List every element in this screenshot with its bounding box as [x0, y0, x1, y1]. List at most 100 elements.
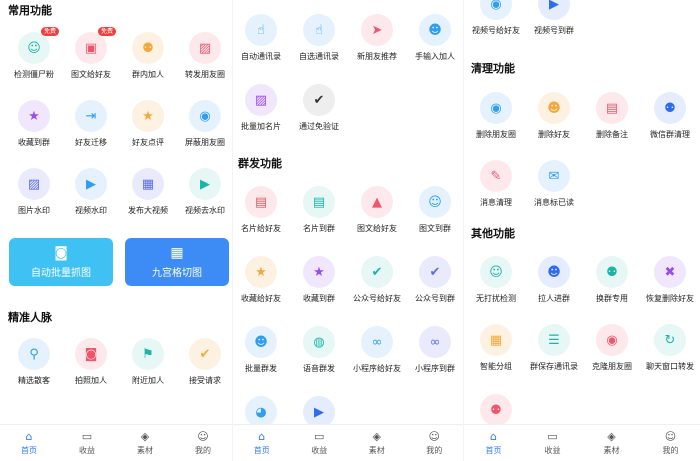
- image-friend-icon: ▲: [361, 186, 393, 218]
- feature-label: 群保存通讯录: [530, 362, 578, 371]
- feature-item[interactable]: ★ 收藏给好友: [233, 256, 292, 304]
- feature-label: 批量加名片: [241, 122, 281, 131]
- feature-item[interactable]: ✖ 恢复删除好友: [639, 256, 700, 304]
- tab-label: 素材: [368, 445, 385, 455]
- banner-camera[interactable]: ◙ 自动批量抓图: [9, 238, 113, 286]
- feature-item[interactable]: ▦ 发布大视频: [117, 168, 179, 216]
- tab-profile[interactable]: ☺ 我的: [174, 425, 232, 461]
- feature-item[interactable]: ▨ 批量加名片: [233, 84, 292, 132]
- tab-layers[interactable]: ◈ 素材: [582, 425, 641, 461]
- feature-item[interactable]: ⚑ 附近加人: [117, 338, 179, 386]
- feature-item[interactable]: ★ 收藏到群: [288, 256, 350, 304]
- feature-item[interactable]: ▶ 视频水印: [60, 168, 122, 216]
- feature-item[interactable]: ☝ 自动通讯录: [233, 14, 292, 62]
- feature-item[interactable]: ★ 收藏到群: [3, 100, 65, 148]
- banner-grid[interactable]: ▦ 九宫格切图: [125, 238, 229, 286]
- feature-label: 克隆朋友圈: [592, 362, 632, 371]
- feature-item[interactable]: ⚉ 微信群清理: [639, 92, 700, 140]
- icon-glyph: ◙: [84, 346, 98, 362]
- feature-item[interactable]: ☻ 拉人进群: [523, 256, 585, 304]
- feature-label: 消息标已读: [534, 198, 574, 207]
- feature-item[interactable]: ✔ 接受请求: [174, 338, 232, 386]
- feature-item[interactable]: ⚲ 精选散客: [3, 338, 65, 386]
- feature-item[interactable]: ✔ 通过免验证: [288, 84, 350, 132]
- feature-item[interactable]: ◉ 视频号给好友: [465, 0, 527, 36]
- channel-friend-icon: ◉: [480, 0, 512, 20]
- tab-layers[interactable]: ◈ 素材: [348, 425, 406, 461]
- pull-group-icon: ☻: [538, 256, 570, 288]
- feature-item[interactable]: ☰ 群保存通讯录: [523, 324, 585, 372]
- feature-item[interactable]: ✔ 公众号到群: [404, 256, 463, 304]
- feature-item[interactable]: ☺ 无打扰检测: [465, 256, 527, 304]
- feature-item[interactable]: ★ 好友点评: [117, 100, 179, 148]
- feature-item[interactable]: ▨ 转发朋友圈: [174, 32, 232, 80]
- feature-item[interactable]: ▶ 视频去水印: [174, 168, 232, 216]
- tab-wallet[interactable]: ▭ 收益: [523, 425, 582, 461]
- screen-home-2: 群发功能 ☝ 自动通讯录 ☝ 自选通讯录 ➤ 新朋友推荐 ☻ 手输入加人 ▨ 批量加名片 ✔ 通过免验…: [233, 0, 463, 461]
- remove-watermark-icon: ▶: [189, 168, 221, 200]
- tab-profile[interactable]: ☺ 我的: [641, 425, 700, 461]
- icon-glyph: ▶: [86, 176, 96, 192]
- feature-label: 无打扰检测: [476, 294, 516, 303]
- tab-home[interactable]: ⌂ 首页: [0, 425, 58, 461]
- feature-item[interactable]: ◍ 语音群发: [288, 326, 350, 374]
- feature-label: 收藏到群: [303, 294, 335, 303]
- video-watermark-icon: ▶: [75, 168, 107, 200]
- feature-item[interactable]: ☺ 免费 检测僵尸粉: [3, 27, 65, 80]
- tab-profile[interactable]: ☺ 我的: [406, 425, 464, 461]
- feature-item[interactable]: ▶ 视频号到群: [523, 0, 585, 36]
- tab-home[interactable]: ⌂ 首页: [464, 425, 523, 461]
- feature-item[interactable]: ✎ 消息清理: [465, 160, 527, 208]
- feature-item[interactable]: ▤ 名片给好友: [233, 186, 292, 234]
- feature-item[interactable]: ✔ 公众号给好友: [346, 256, 408, 304]
- feature-item[interactable]: ▲ 图文给好友: [346, 186, 408, 234]
- feature-item[interactable]: ☻ 手输入加人: [404, 14, 463, 62]
- feature-item[interactable]: ☺ 图文到群: [404, 186, 463, 234]
- feature-item[interactable]: ➤ 新朋友推荐: [346, 14, 408, 62]
- feature-label: 公众号给好友: [353, 294, 401, 303]
- feature-item[interactable]: ◙ 拍照加人: [60, 338, 122, 386]
- feature-item[interactable]: ▣ 免费 图文给好友: [60, 27, 122, 80]
- feature-item[interactable]: ∞ 小程序到群: [404, 326, 463, 374]
- feature-item[interactable]: ☻ 批量群发: [233, 326, 292, 374]
- feature-item[interactable]: ⇥ 好友迁移: [60, 100, 122, 148]
- icon-glyph: ✉: [548, 168, 560, 184]
- feature-item[interactable]: ⚉: [465, 394, 527, 426]
- section-title-precise: 精准人脉: [8, 311, 52, 324]
- bottom-tab-bar: ⌂ 首页 ▭ 收益 ◈ 素材 ☺ 我的: [0, 424, 232, 461]
- icon-glyph: ✖: [664, 264, 676, 280]
- tab-layers[interactable]: ◈ 素材: [116, 425, 174, 461]
- icon-glyph: ⚲: [29, 346, 39, 362]
- feature-item[interactable]: ◉ 屏蔽朋友圈: [174, 100, 232, 148]
- feature-item[interactable]: ☻ 删除好友: [523, 92, 585, 140]
- feature-item[interactable]: ◉ 删除朋友圈: [465, 92, 527, 140]
- tab-label: 首页: [485, 445, 502, 455]
- feature-item[interactable]: ∞ 小程序给好友: [346, 326, 408, 374]
- feature-label: 名片给好友: [241, 224, 281, 233]
- icon-glyph: ⚉: [142, 40, 154, 56]
- feature-item[interactable]: ▨ 图片水印: [3, 168, 65, 216]
- section-title-other: 其他功能: [471, 227, 515, 240]
- tab-wallet[interactable]: ▭ 收益: [291, 425, 349, 461]
- icon-glyph: ▶: [200, 176, 210, 192]
- forward-moments-icon: ▨: [189, 32, 221, 64]
- feature-item[interactable]: ☝ 自选通讯录: [288, 14, 350, 62]
- image-watermark-icon: ▨: [18, 168, 50, 200]
- icon-glyph: ✔: [313, 92, 325, 108]
- batch-send-icon: ☻: [245, 326, 277, 358]
- tab-home[interactable]: ⌂ 首页: [233, 425, 291, 461]
- feature-item[interactable]: ▦ 智能分组: [465, 324, 527, 372]
- feature-label: 新朋友推荐: [357, 52, 397, 61]
- section-title-clean: 清理功能: [471, 62, 515, 75]
- feature-item[interactable]: ⚉ 换群专用: [581, 256, 643, 304]
- feature-item[interactable]: ▤ 删除备注: [581, 92, 643, 140]
- feature-item[interactable]: ▤ 名片到群: [288, 186, 350, 234]
- feature-item[interactable]: ✉ 消息标已读: [523, 160, 585, 208]
- feature-item[interactable]: ◉ 克隆朋友圈: [581, 324, 643, 372]
- icon-glyph: ☝: [257, 22, 265, 38]
- feature-label: 接受请求: [189, 376, 221, 385]
- feature-item[interactable]: ⚉ 群内加人: [117, 32, 179, 80]
- feature-item[interactable]: ↻ 聊天窗口转发: [639, 324, 700, 372]
- tab-wallet[interactable]: ▭ 收益: [58, 425, 116, 461]
- feature-label: 自选通讯录: [299, 52, 339, 61]
